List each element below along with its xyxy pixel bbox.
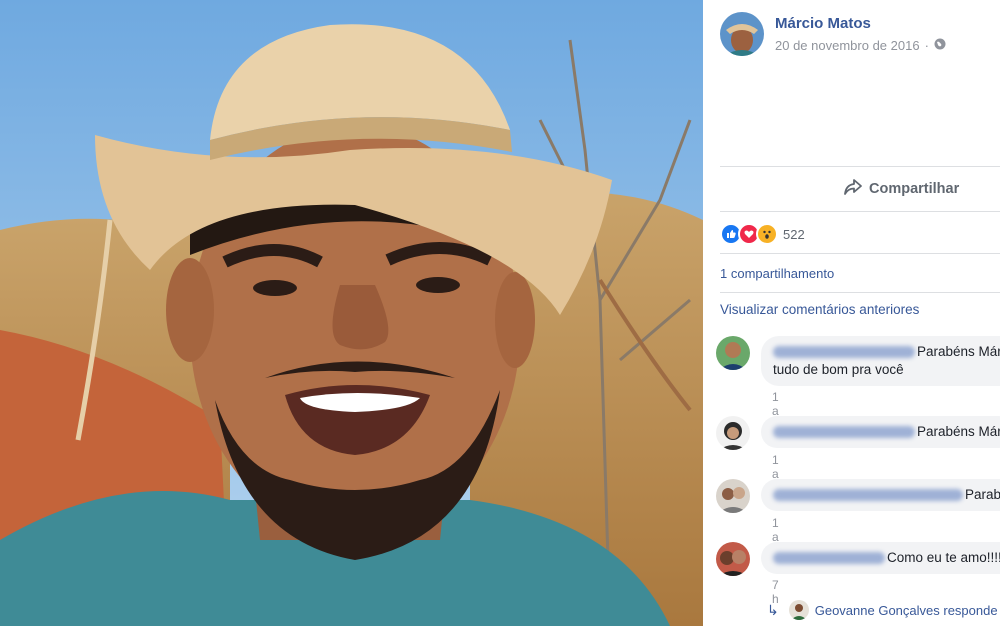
author-name[interactable]: Márcio Matos <box>775 15 946 32</box>
share-button[interactable]: Compartilhar <box>843 178 959 200</box>
commenter-name-blurred[interactable] <box>773 346 915 359</box>
commenter-name-blurred[interactable] <box>773 426 915 439</box>
comment-text: Parabe <box>965 487 1000 502</box>
reaction-count: 522 <box>783 226 805 242</box>
comment-bubble: Parabe <box>761 479 1000 511</box>
reply-arrow-icon: ↳ <box>767 601 779 618</box>
comment-text: Parabéns Már <box>917 344 1000 359</box>
comment-bubble: Como eu te amo!!!!! <box>761 542 1000 574</box>
comment-time[interactable]: 1 a <box>772 390 779 418</box>
comment-text-line2: tudo de bom pra você <box>773 362 904 377</box>
post-sidebar: Márcio Matos 20 de novembro de 2016 · Co… <box>703 0 1000 626</box>
comment-text: Como eu te amo!!!!! <box>887 550 1000 565</box>
divider <box>720 292 1000 293</box>
divider <box>720 166 1000 167</box>
comment-text: Parabéns Már <box>917 424 1000 439</box>
replier-avatar <box>788 600 809 620</box>
divider <box>720 253 1000 254</box>
comment-bubble: Parabéns Már tudo de bom pra você <box>761 336 1000 386</box>
shares-count-link[interactable]: 1 compartilhamento <box>720 266 834 281</box>
share-arrow-icon <box>843 178 869 200</box>
post-photo[interactable] <box>0 0 703 626</box>
globe-icon <box>934 38 946 53</box>
post-date[interactable]: 20 de novembro de 2016 <box>775 38 920 53</box>
commenter-name-blurred[interactable] <box>773 489 963 502</box>
commenter-avatar[interactable] <box>716 336 750 370</box>
wow-icon <box>756 223 778 245</box>
commenter-avatar[interactable] <box>716 479 750 513</box>
date-separator: · <box>924 38 929 53</box>
reply-thread-link[interactable]: ↳ Geovanne Gonçalves responde <box>767 600 998 620</box>
post-header: Márcio Matos 20 de novembro de 2016 · <box>720 12 946 56</box>
share-label: Compartilhar <box>869 181 960 197</box>
commenter-name-blurred[interactable] <box>773 552 885 565</box>
comment-time[interactable]: 1 a <box>772 453 779 481</box>
commenter-avatar[interactable] <box>716 416 750 450</box>
reply-text: Geovanne Gonçalves responde <box>814 602 998 618</box>
author-avatar[interactable] <box>720 12 764 56</box>
view-previous-comments-link[interactable]: Visualizar comentários anteriores <box>720 302 919 317</box>
reactions-summary[interactable]: 522 <box>720 223 805 245</box>
comment-time[interactable]: 1 a <box>772 516 779 544</box>
commenter-avatar[interactable] <box>716 542 750 576</box>
divider <box>720 211 1000 212</box>
comment-bubble: Parabéns Már <box>761 416 1000 448</box>
